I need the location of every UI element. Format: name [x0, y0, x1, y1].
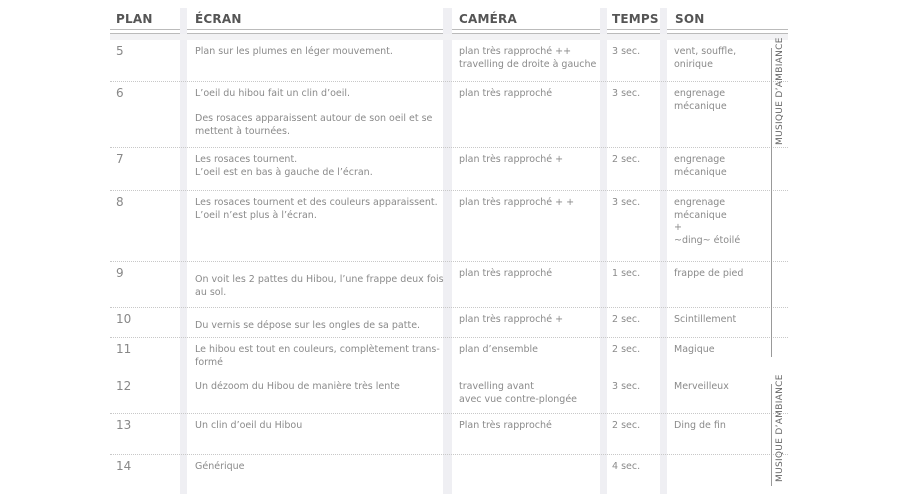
son-cell: engrenage mécanique + ~ding~ étoilé	[674, 197, 741, 246]
header-temps: TEMPS	[612, 12, 659, 26]
music-bracket	[771, 384, 772, 486]
temps-cell: 3 sec.	[612, 381, 641, 392]
ecran-cell: Les rosaces tournent et des couleurs app…	[195, 197, 438, 221]
ecran-cell: L’oeil du hibou fait un clin d’oeil. Des…	[195, 88, 433, 137]
temps-cell: 2 sec.	[612, 344, 641, 355]
temps-cell: 2 sec.	[612, 420, 641, 431]
plan-number: 12	[116, 379, 132, 393]
temps-cell: 2 sec.	[612, 314, 641, 325]
camera-cell: plan très rapproché +	[459, 154, 564, 165]
son-cell: frappe de pied	[674, 268, 744, 279]
plan-number: 5	[116, 44, 124, 58]
son-cell: Scintillement	[674, 314, 737, 325]
ecran-cell: Les rosaces tournent. L’oeil est en bas …	[195, 154, 373, 178]
son-cell: Magique	[674, 344, 715, 355]
camera-cell: plan très rapproché + +	[459, 197, 575, 208]
table-row: 10 Du vernis se dépose sur les ongles de …	[110, 308, 788, 338]
son-cell: Merveilleux	[674, 381, 729, 392]
son-cell: Ding de fin	[674, 420, 726, 431]
ecran-cell: On voit les 2 pattes du Hibou, l’une fra…	[195, 274, 444, 298]
table-row: 6 L’oeil du hibou fait un clin d’oeil. De…	[110, 82, 788, 148]
music-label: MUSIQUE D’AMBIANCE	[775, 374, 785, 482]
son-cell: vent, souffle, onirique	[674, 46, 737, 70]
temps-cell: 2 sec.	[612, 154, 641, 165]
table-row: 5 Plan sur les plumes en léger mouvement.…	[110, 40, 788, 82]
plan-number: 14	[116, 459, 132, 473]
camera-cell: Plan très rapproché	[459, 420, 552, 431]
temps-cell: 4 sec.	[612, 461, 641, 472]
camera-cell: plan d’ensemble	[459, 344, 539, 355]
plan-number: 13	[116, 418, 132, 432]
ecran-cell: Générique	[195, 461, 245, 472]
son-cell: engrenage mécanique	[674, 154, 727, 178]
plan-number: 9	[116, 266, 124, 280]
plan-number: 10	[116, 312, 132, 326]
table-row: 9 On voit les 2 pattes du Hibou, l’une fr…	[110, 262, 788, 308]
camera-cell: plan très rapproché	[459, 268, 553, 279]
temps-cell: 1 sec.	[612, 268, 641, 279]
plan-number: 8	[116, 195, 124, 209]
temps-cell: 3 sec.	[612, 46, 641, 57]
table-row: 11 Le hibou est tout en couleurs, complèt…	[110, 338, 788, 374]
son-cell: engrenage mécanique	[674, 88, 727, 112]
music-bracket	[771, 48, 772, 357]
camera-cell: travelling avant avec vue contre-plongée	[459, 381, 578, 405]
table-row: 8 Les rosaces tournent et des couleurs ap…	[110, 191, 788, 262]
table-row: 7 Les rosaces tournent. L’oeil est en bas…	[110, 148, 788, 191]
ecran-cell: Le hibou est tout en couleurs, complètem…	[195, 344, 440, 368]
ecran-cell: Plan sur les plumes en léger mouvement.	[195, 46, 393, 57]
ecran-cell: Un dézoom du Hibou de manière très lente	[195, 381, 400, 392]
camera-cell: plan très rapproché ++ travelling de dro…	[459, 46, 597, 70]
table-row: 12 Un dézoom du Hibou de manière très len…	[110, 375, 788, 414]
plan-number: 11	[116, 342, 132, 356]
header-camera: CAMÉRA	[459, 12, 517, 26]
camera-cell: plan très rapproché +	[459, 314, 564, 325]
ecran-cell: Du vernis se dépose sur les ongles de sa…	[195, 320, 421, 331]
header-ecran: ÉCRAN	[195, 12, 242, 26]
header-son: SON	[675, 12, 705, 26]
temps-cell: 3 sec.	[612, 88, 641, 99]
plan-number: 6	[116, 86, 124, 100]
table-row: 13 Un clin d’oeil du Hibou Plan très rappr…	[110, 414, 788, 455]
header-plan: PLAN	[116, 12, 153, 26]
ecran-cell: Un clin d’oeil du Hibou	[195, 420, 303, 431]
camera-cell: plan très rapproché	[459, 88, 553, 99]
plan-number: 7	[116, 152, 124, 166]
temps-cell: 3 sec.	[612, 197, 641, 208]
table-row: 14 Générique 4 sec.	[110, 455, 788, 491]
music-label: MUSIQUE D’AMBIANCE	[775, 37, 785, 145]
